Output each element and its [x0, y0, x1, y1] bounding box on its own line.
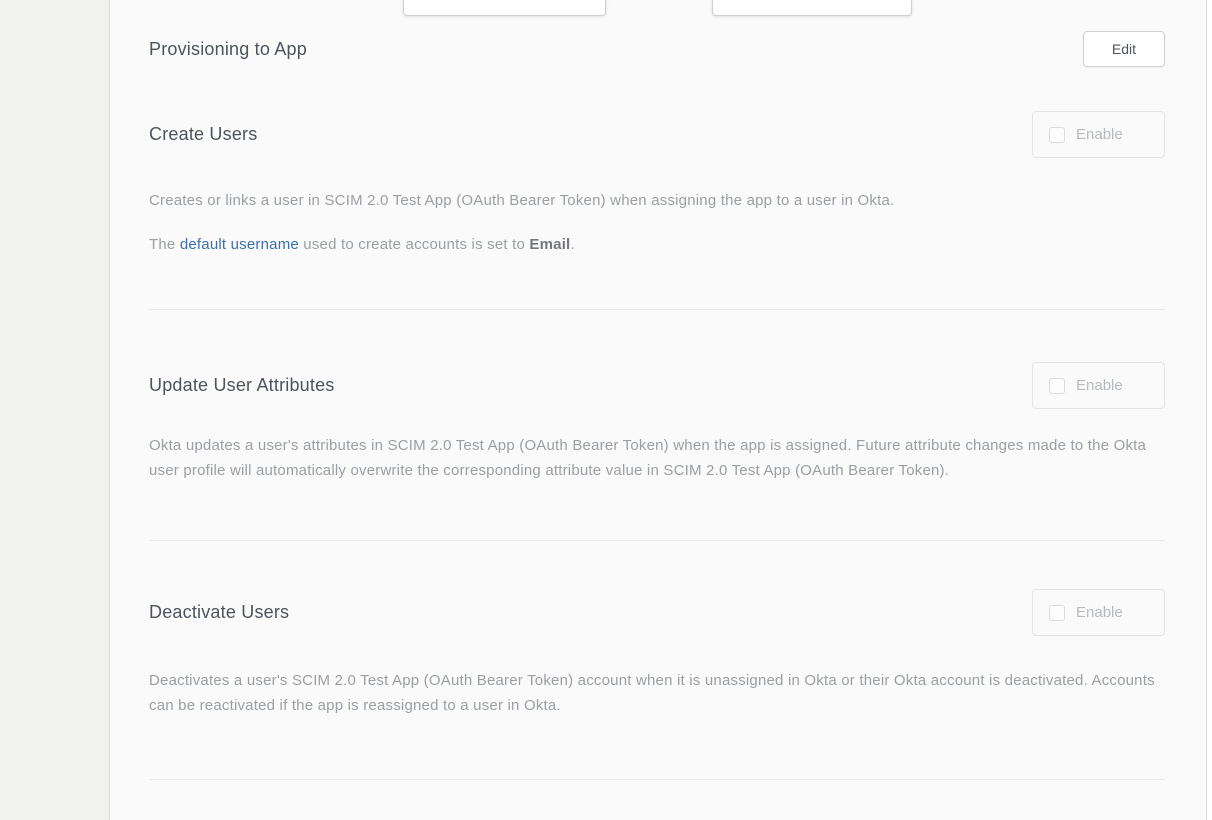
left-sidebar — [0, 0, 110, 820]
edit-button[interactable]: Edit — [1083, 31, 1165, 67]
panel-header: Provisioning to App Edit — [149, 30, 1165, 68]
enable-toggle-label: Enable — [1076, 604, 1123, 621]
create-users-username-line: The default username used to create acco… — [149, 232, 1165, 257]
update-attributes-section-header: Update User Attributes Enable — [149, 362, 1165, 409]
checkbox-icon[interactable] — [1049, 127, 1065, 143]
deactivate-users-description: Deactivates a user's SCIM 2.0 Test App (… — [149, 668, 1165, 718]
section-divider — [149, 309, 1165, 310]
section-divider — [149, 540, 1165, 541]
provisioning-settings-panel: Provisioning to App Edit Create Users En… — [110, 0, 1207, 820]
create-users-title: Create Users — [149, 124, 257, 145]
update-attributes-enable-toggle[interactable]: Enable — [1032, 362, 1165, 409]
create-users-section-header: Create Users Enable — [149, 111, 1165, 158]
enable-toggle-label: Enable — [1076, 126, 1123, 143]
default-username-link[interactable]: default username — [180, 236, 299, 253]
checkbox-icon[interactable] — [1049, 605, 1065, 621]
username-value: Email — [529, 236, 570, 253]
create-users-description: Creates or links a user in SCIM 2.0 Test… — [149, 188, 1165, 213]
checkbox-icon[interactable] — [1049, 378, 1065, 394]
username-line-suffix: . — [570, 236, 574, 253]
create-users-enable-toggle[interactable]: Enable — [1032, 111, 1165, 158]
username-line-middle: used to create accounts is set to — [299, 236, 529, 253]
enable-toggle-label: Enable — [1076, 377, 1123, 394]
deactivate-users-title: Deactivate Users — [149, 602, 289, 623]
cut-off-input-right[interactable] — [712, 0, 912, 16]
deactivate-users-enable-toggle[interactable]: Enable — [1032, 589, 1165, 636]
section-divider — [149, 779, 1165, 780]
cut-off-input-left[interactable] — [403, 0, 606, 16]
deactivate-users-section-header: Deactivate Users Enable — [149, 589, 1165, 636]
update-attributes-description: Okta updates a user's attributes in SCIM… — [149, 433, 1165, 483]
update-attributes-title: Update User Attributes — [149, 375, 335, 396]
okta-provisioning-page: Provisioning to App Edit Create Users En… — [0, 0, 1212, 820]
username-line-prefix: The — [149, 236, 180, 253]
page-title: Provisioning to App — [149, 39, 307, 60]
